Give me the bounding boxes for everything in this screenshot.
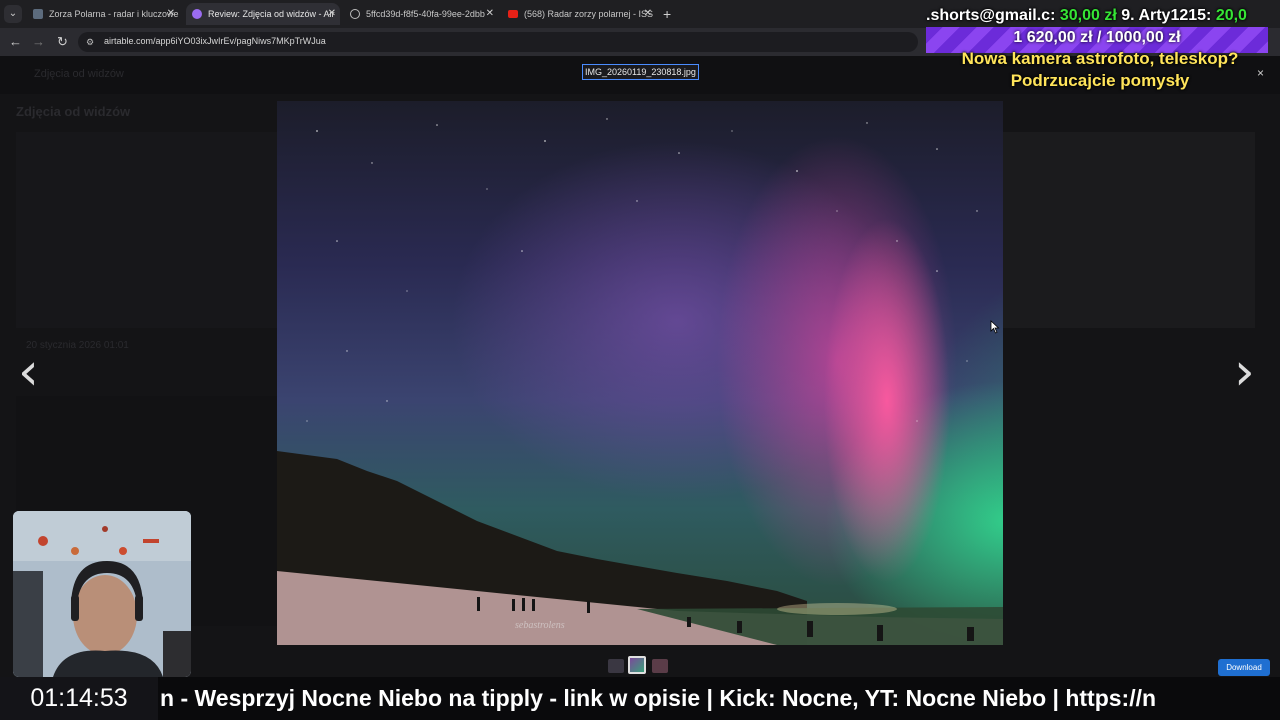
donor-1: .shorts@gmail.c: — [926, 7, 1060, 24]
tab-title: 5ffcd39d-f8f5-40fa-99ee-2dbb — [366, 9, 485, 19]
goal-title-line: Nowa kamera astrofoto, teleskop? — [961, 49, 1239, 68]
browser-tab-2[interactable]: Review: Zdjęcia od widzów - Air ✕ — [186, 3, 340, 25]
aurora-photo: sebastrolens — [277, 101, 1003, 645]
shoreline-silhouette — [277, 451, 1003, 645]
thumbnail[interactable] — [608, 659, 624, 673]
previous-image-arrow-icon[interactable]: ‹ — [18, 346, 39, 398]
stream-clock: 01:14:53 — [0, 677, 158, 720]
image-filename-label[interactable]: IMG_20260119_230818.jpg — [582, 64, 699, 80]
reload-icon[interactable]: ↻ — [57, 34, 68, 50]
forward-arrow-icon[interactable]: → — [32, 34, 45, 50]
tab-search-chevron-icon[interactable]: ⌄ — [4, 5, 22, 23]
tab-title: Zorza Polarna - radar i kluczowe — [49, 9, 179, 19]
close-tab-icon[interactable]: ✕ — [644, 3, 652, 25]
youtube-favicon-icon — [508, 10, 518, 18]
donation-overlay: .shorts@gmail.c: 30,00 zł 9. Arty1215: 2… — [926, 5, 1276, 93]
download-button[interactable]: Download — [1218, 659, 1270, 676]
breadcrumb: Zdjęcia od widzów — [34, 68, 124, 80]
gallery-card[interactable] — [1003, 132, 1255, 328]
site-info-icon[interactable]: ⚙ — [86, 37, 96, 47]
goal-title-line: Podrzucajcie pomysły — [1010, 71, 1190, 90]
section-title: Zdjęcia od widzów — [16, 104, 131, 119]
back-arrow-icon[interactable]: ← — [9, 34, 22, 50]
card-date: 20 stycznia 2026 01:01 — [26, 340, 129, 351]
donation-amount: 20,0 — [1215, 7, 1247, 24]
goal-title: Nowa kamera astrofoto, teleskop? Podrzuc… — [926, 48, 1274, 92]
gallery-card[interactable] — [16, 132, 278, 328]
donor-2: 9. Arty1215: — [1116, 7, 1216, 24]
tab-title: Review: Zdjęcia od widzów - Air — [208, 9, 335, 19]
thumbnail[interactable] — [652, 659, 668, 673]
url-text: airtable.com/app6iYO03ixJwIrEv/pagNiws7M… — [104, 36, 326, 46]
close-tab-icon[interactable]: ✕ — [328, 3, 336, 25]
donation-amount: 30,00 zł — [1059, 7, 1117, 24]
browser-tab-4[interactable]: (568) Radar zorzy polarnej - ISS ✕ — [502, 3, 656, 25]
browser-tab-3[interactable]: 5ffcd39d-f8f5-40fa-99ee-2dbb ✕ — [344, 3, 498, 25]
airtable-page: Zdjęcia od widzów Zdjęcia od widzów 20 s… — [0, 56, 1280, 720]
next-image-arrow-icon[interactable]: › — [1234, 346, 1255, 398]
favicon-icon — [33, 9, 43, 19]
stream-ticker-bar: 01:14:53 n - Wesprzyj Nocne Niebo na tip… — [0, 677, 1280, 720]
streamer-webcam-image — [13, 511, 191, 677]
donation-ticker: .shorts@gmail.c: 30,00 zł 9. Arty1215: 2… — [926, 7, 1247, 25]
address-input[interactable]: ⚙ airtable.com/app6iYO03ixJwIrEv/pagNiws… — [78, 32, 918, 52]
airtable-favicon-icon — [192, 9, 202, 19]
photo-watermark: sebastrolens — [515, 620, 565, 631]
new-tab-plus-icon[interactable]: + — [663, 4, 671, 24]
tab-title: (568) Radar zorzy polarnej - ISS — [524, 9, 654, 19]
webcam-feed — [13, 511, 191, 677]
globe-icon — [350, 9, 360, 19]
close-tab-icon[interactable]: ✕ — [486, 3, 494, 25]
mouse-pointer-icon — [990, 320, 1000, 334]
browser-tab-1[interactable]: Zorza Polarna - radar i kluczowe ✕ — [27, 3, 179, 25]
goal-progress-text: 1 620,00 zł / 1000,00 zł — [1013, 29, 1181, 46]
ticker-text: n - Wesprzyj Nocne Niebo na tipply - lin… — [160, 685, 1157, 711]
thumbnail-active[interactable] — [628, 656, 646, 674]
close-tab-icon[interactable]: ✕ — [167, 3, 175, 25]
